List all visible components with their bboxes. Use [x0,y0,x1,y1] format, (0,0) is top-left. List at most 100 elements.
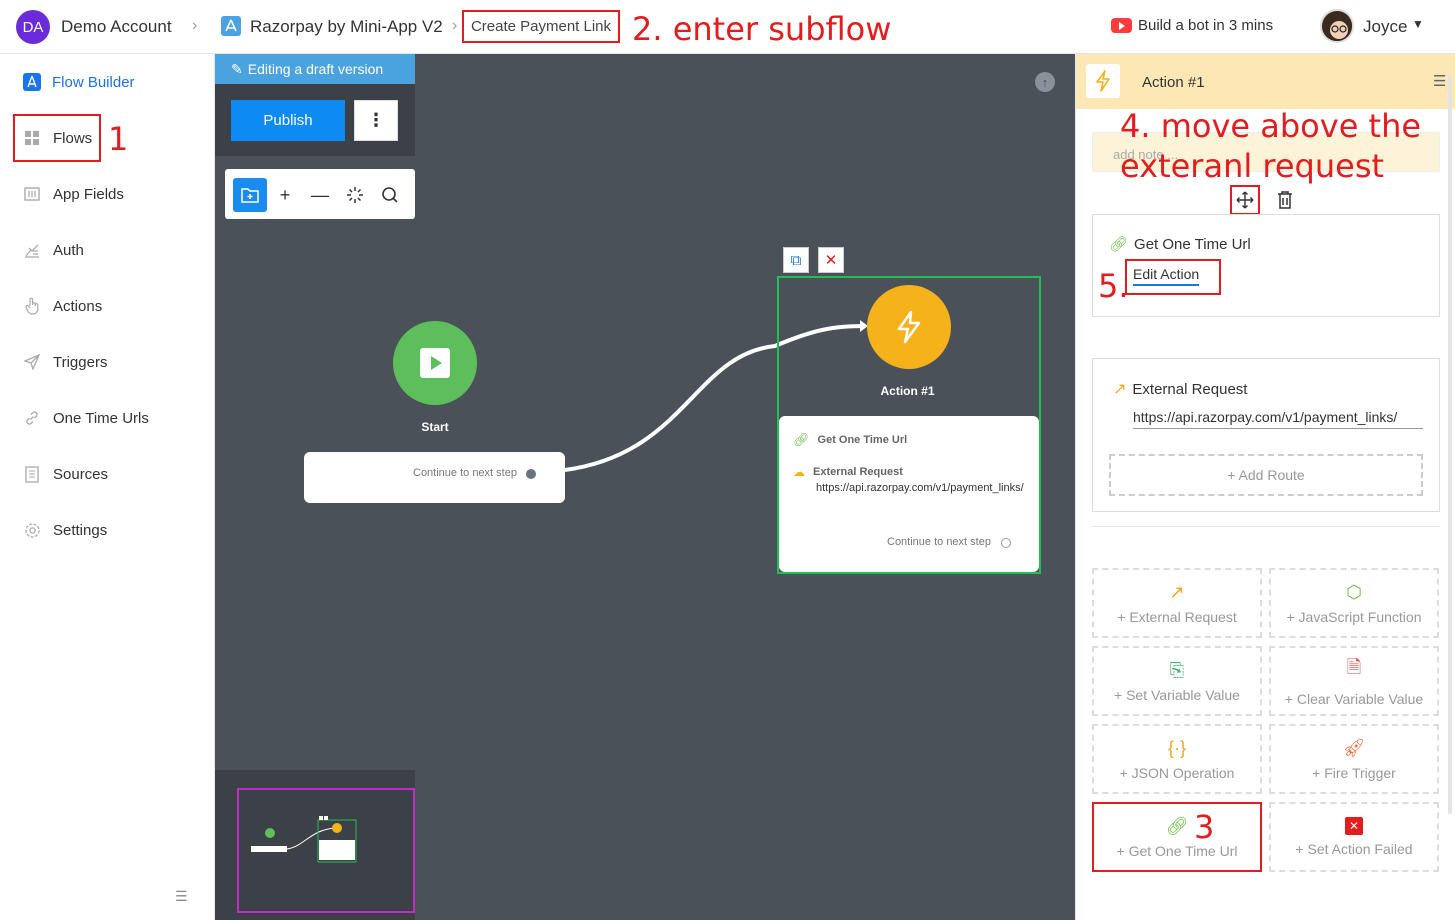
annotation-4: 4. move above the exteranl request [1120,106,1421,186]
sidebar-item-label: Sources [53,465,109,483]
sidebar-item-sources[interactable]: Sources [0,454,215,494]
start-node[interactable] [393,321,477,405]
breadcrumb-current[interactable]: Create Payment Link [462,10,620,43]
user-avatar[interactable] [1320,9,1354,43]
close-icon[interactable]: ✕ [818,247,844,273]
sidebar-item-flow-builder[interactable]: Flow Builder [0,62,215,102]
cloud-icon: ☁ [793,465,805,479]
collapse-menu-icon[interactable]: ☰ [175,888,188,905]
sidebar-item-actions[interactable]: Actions [0,286,215,326]
annotation-3: 3 [1194,808,1215,846]
sidebar: Flow Builder Flows 1 App Fields Auth Act… [0,54,215,920]
sidebar-item-label: Actions [53,297,103,315]
user-name[interactable]: Joyce [1363,17,1407,37]
action-node[interactable] [867,285,951,369]
sidebar-item-label: App Fields [53,185,124,203]
op-label: + Set Action Failed [1295,841,1413,857]
add-external-request-button[interactable]: ↗ + External Request [1092,568,1262,638]
action-step-external-request[interactable]: ☁ External Request [793,465,903,479]
minimap[interactable] [215,770,415,920]
action-card[interactable]: 🔗︎ Get One Time Url ☁ External Request h… [779,416,1039,572]
app-name[interactable]: Razorpay by Mini-App V2 [250,17,443,37]
link-icon: 🔗︎ [793,432,810,447]
caret-down-icon[interactable]: ▼ [1412,17,1424,31]
op-label: + JavaScript Function [1286,608,1422,625]
account-avatar[interactable]: DA [16,10,50,44]
start-card[interactable]: Continue to next step [304,452,565,503]
annotation-4-line2: exteranl request [1120,147,1385,185]
document-icon [23,465,41,483]
annotation-2: 2. enter subflow [632,10,892,48]
build-bot-label: Build a bot in 3 mins [1138,17,1274,34]
annotation-1: 1 [108,120,129,158]
action-step-get-url[interactable]: 🔗︎ Get One Time Url [793,432,907,448]
add-set-action-failed-button[interactable]: ✕ + Set Action Failed [1269,802,1439,872]
edit-action-link[interactable]: Edit Action [1133,266,1200,286]
hand-pointer-icon [23,297,41,315]
link-icon [23,409,41,427]
sidebar-item-label: Flow Builder [52,73,135,91]
clear-variable-icon: 🗎︎ [1346,657,1362,677]
add-javascript-function-button[interactable]: ⬡ + JavaScript Function [1269,568,1439,638]
panel-header: Action #1 ☰ [1076,54,1455,109]
sidebar-item-settings[interactable]: Settings [0,510,215,550]
panel-scrollbar[interactable] [1448,74,1452,814]
nodejs-icon: ⬡ [1346,581,1362,602]
chevron-right-icon: › [192,17,198,34]
link-icon: 🔗︎ [1109,236,1129,253]
add-route-button[interactable]: + Add Route [1109,454,1423,496]
auth-icon [23,241,41,259]
app-fields-icon [23,185,41,203]
add-get-one-time-url-button[interactable]: 🔗︎ + Get One Time Url [1092,802,1262,872]
get-one-time-url-card[interactable]: 🔗︎ Get One Time Url Edit Action [1092,214,1440,317]
play-icon [420,348,450,378]
app-icon [221,16,241,36]
account-name[interactable]: Demo Account [61,17,172,37]
sidebar-item-triggers[interactable]: Triggers [0,342,215,382]
sidebar-item-label: Triggers [53,353,108,371]
sidebar-item-app-fields[interactable]: App Fields [0,174,215,214]
sidebar-item-auth[interactable]: Auth [0,230,215,270]
duplicate-icon[interactable]: ⧉ [783,247,809,273]
external-link-icon: ↗ [1169,581,1185,602]
json-braces-icon: {·} [1167,737,1187,758]
lightning-icon [1086,64,1120,98]
annotation-4-line1: 4. move above the [1120,107,1422,145]
request-url-field[interactable]: https://api.razorpay.com/v1/payment_link… [1133,409,1423,429]
build-bot-link[interactable]: Build a bot in 3 mins [1111,17,1273,34]
output-port[interactable] [1001,538,1011,548]
flow-canvas[interactable]: ✎ Editing a draft version Publish ⋮ + — … [215,54,1075,920]
link-icon: 🔗︎ [1165,815,1189,836]
op-label: + External Request [1117,608,1237,625]
external-link-icon: ↗ [1113,381,1127,398]
top-bar: DA Demo Account › Razorpay by Mini-App V… [0,0,1455,54]
external-request-card[interactable]: ↗ External Request https://api.razorpay.… [1092,358,1440,512]
trash-icon[interactable] [1276,190,1294,215]
sidebar-item-label: One Time Urls [53,409,149,427]
output-port[interactable] [526,469,536,479]
lightning-icon [897,310,921,344]
close-box-icon: ✕ [1345,817,1363,835]
panel-title[interactable]: Action #1 [1142,74,1205,91]
move-icon[interactable] [1230,185,1260,215]
card-title: 🔗︎ Get One Time Url [1109,235,1251,254]
flow-builder-icon [23,73,41,91]
step-label: External Request [813,466,903,478]
card-title-text: External Request [1132,380,1248,398]
add-fire-trigger-button[interactable]: 🚀︎ + Fire Trigger [1269,724,1439,794]
sidebar-item-one-time-urls[interactable]: One Time Urls [0,398,215,438]
continue-label: Continue to next step [413,467,517,479]
add-json-operation-button[interactable]: {·} + JSON Operation [1092,724,1262,794]
divider [1092,526,1440,527]
annotation-5: 5. [1098,267,1129,305]
annotation-box-flows [13,114,101,162]
continue-label: Continue to next step [887,536,991,548]
youtube-icon [1111,18,1132,33]
start-label: Start [421,420,449,434]
hamburger-icon[interactable]: ☰ [1433,72,1446,90]
rocket-icon: 🚀︎ [1342,737,1366,758]
card-title-text: Get One Time Url [1134,235,1251,253]
chevron-right-icon: › [452,17,458,34]
add-clear-variable-button[interactable]: 🗎︎ + Clear Variable Value [1269,646,1439,716]
add-set-variable-button[interactable]: ⎘ + Set Variable Value [1092,646,1262,716]
